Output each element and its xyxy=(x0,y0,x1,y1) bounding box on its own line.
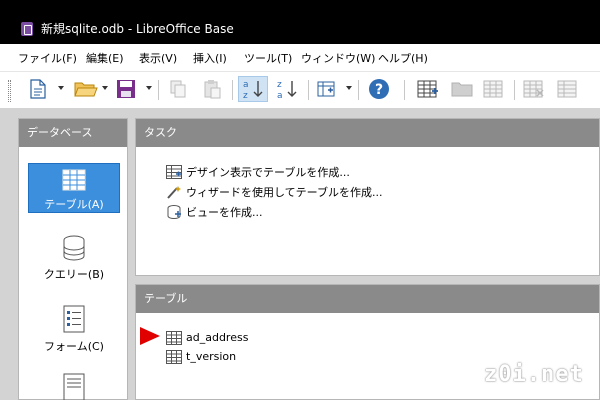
toolbar-separator xyxy=(232,80,233,100)
standard-toolbar: az za ? xyxy=(0,72,600,108)
menu-window[interactable]: ウィンドウ(W) xyxy=(301,52,375,66)
toolbar-grip[interactable] xyxy=(8,80,11,102)
svg-text:z: z xyxy=(277,80,282,90)
db-item-queries[interactable]: クエリー(B) xyxy=(28,235,120,285)
form-icon xyxy=(28,305,120,336)
svg-text:a: a xyxy=(277,91,283,100)
table-design-icon xyxy=(166,165,182,182)
title-bar: 新規sqlite.odb - LibreOffice Base xyxy=(0,0,600,44)
report-icon xyxy=(28,373,120,400)
menu-bar: ファイル(F) 編集(E) 表示(V) 挿入(I) ツール(T) ウィンドウ(W… xyxy=(0,44,600,72)
delete-table-icon[interactable] xyxy=(522,77,546,101)
db-item-tables[interactable]: テーブル(A) xyxy=(28,163,120,213)
view-icon xyxy=(166,205,182,222)
db-item-forms[interactable]: フォーム(C) xyxy=(28,305,120,355)
window-title: 新規sqlite.odb - LibreOffice Base xyxy=(41,22,234,36)
new-document-icon[interactable] xyxy=(26,77,50,101)
tasks-panel: タスク デザイン表示でテーブルを作成... ウィザードを使用してテーブルを作成.… xyxy=(135,118,600,276)
toolbar-separator xyxy=(358,80,359,100)
menu-edit[interactable]: 編集(E) xyxy=(86,52,124,66)
libreoffice-base-app-icon xyxy=(21,22,33,36)
form-dropdown-arrow-icon[interactable] xyxy=(346,86,352,90)
table-icon xyxy=(29,169,119,194)
menu-tools[interactable]: ツール(T) xyxy=(244,52,292,66)
task-create-table-wizard-label: ウィザードを使用してテーブルを作成... xyxy=(186,186,383,199)
toolbar-separator xyxy=(514,80,515,100)
database-panel: データベース テーブル(A) クエリー(B) フォーム(C) xyxy=(18,118,128,400)
tasks-panel-header: タスク xyxy=(136,119,599,147)
new-dropdown-arrow-icon[interactable] xyxy=(58,86,64,90)
open-folder-icon[interactable] xyxy=(72,77,100,101)
edit-table-icon[interactable] xyxy=(482,77,506,101)
wizard-wand-icon xyxy=(166,185,182,202)
svg-text:?: ? xyxy=(375,82,383,98)
menu-view[interactable]: 表示(V) xyxy=(139,52,177,66)
menu-insert[interactable]: 挿入(I) xyxy=(193,52,227,66)
menu-help[interactable]: ヘルプ(H) xyxy=(378,52,428,66)
db-item-reports[interactable] xyxy=(28,373,120,400)
toolbar-separator xyxy=(308,80,309,100)
copy-icon[interactable] xyxy=(166,77,190,101)
db-item-forms-label: フォーム(C) xyxy=(44,340,104,353)
database-cylinder-icon xyxy=(28,235,120,264)
folder-icon[interactable] xyxy=(450,77,474,101)
save-icon[interactable] xyxy=(114,77,138,101)
toolbar-separator xyxy=(404,80,405,100)
form-design-icon[interactable] xyxy=(314,77,338,101)
help-icon[interactable]: ? xyxy=(367,77,391,101)
new-table-icon[interactable] xyxy=(416,77,440,101)
table-properties-icon[interactable] xyxy=(556,77,580,101)
table-icon xyxy=(166,350,182,367)
database-panel-header: データベース xyxy=(19,119,127,147)
paste-icon[interactable] xyxy=(200,77,224,101)
db-item-queries-label: クエリー(B) xyxy=(43,268,105,281)
open-dropdown-arrow-icon[interactable] xyxy=(102,86,108,90)
sort-descending-icon[interactable]: za xyxy=(272,77,302,101)
sort-ascending-icon[interactable]: az xyxy=(238,76,268,102)
table-item-label: t_version xyxy=(186,350,237,363)
svg-text:z: z xyxy=(243,91,248,100)
red-arrow-icon xyxy=(140,326,160,349)
task-create-table-design-label: デザイン表示でテーブルを作成... xyxy=(186,166,350,179)
toolbar-separator xyxy=(158,80,159,100)
svg-text:a: a xyxy=(243,80,249,90)
db-item-tables-label: テーブル(A) xyxy=(44,198,104,211)
menu-file[interactable]: ファイル(F) xyxy=(18,52,77,66)
save-dropdown-arrow-icon[interactable] xyxy=(146,86,152,90)
watermark: z0i.net xyxy=(484,362,584,387)
tables-panel-header: テーブル xyxy=(136,285,599,313)
task-create-view-label: ビューを作成... xyxy=(186,206,263,219)
table-icon xyxy=(166,331,182,348)
table-item-label: ad_address xyxy=(186,331,249,344)
